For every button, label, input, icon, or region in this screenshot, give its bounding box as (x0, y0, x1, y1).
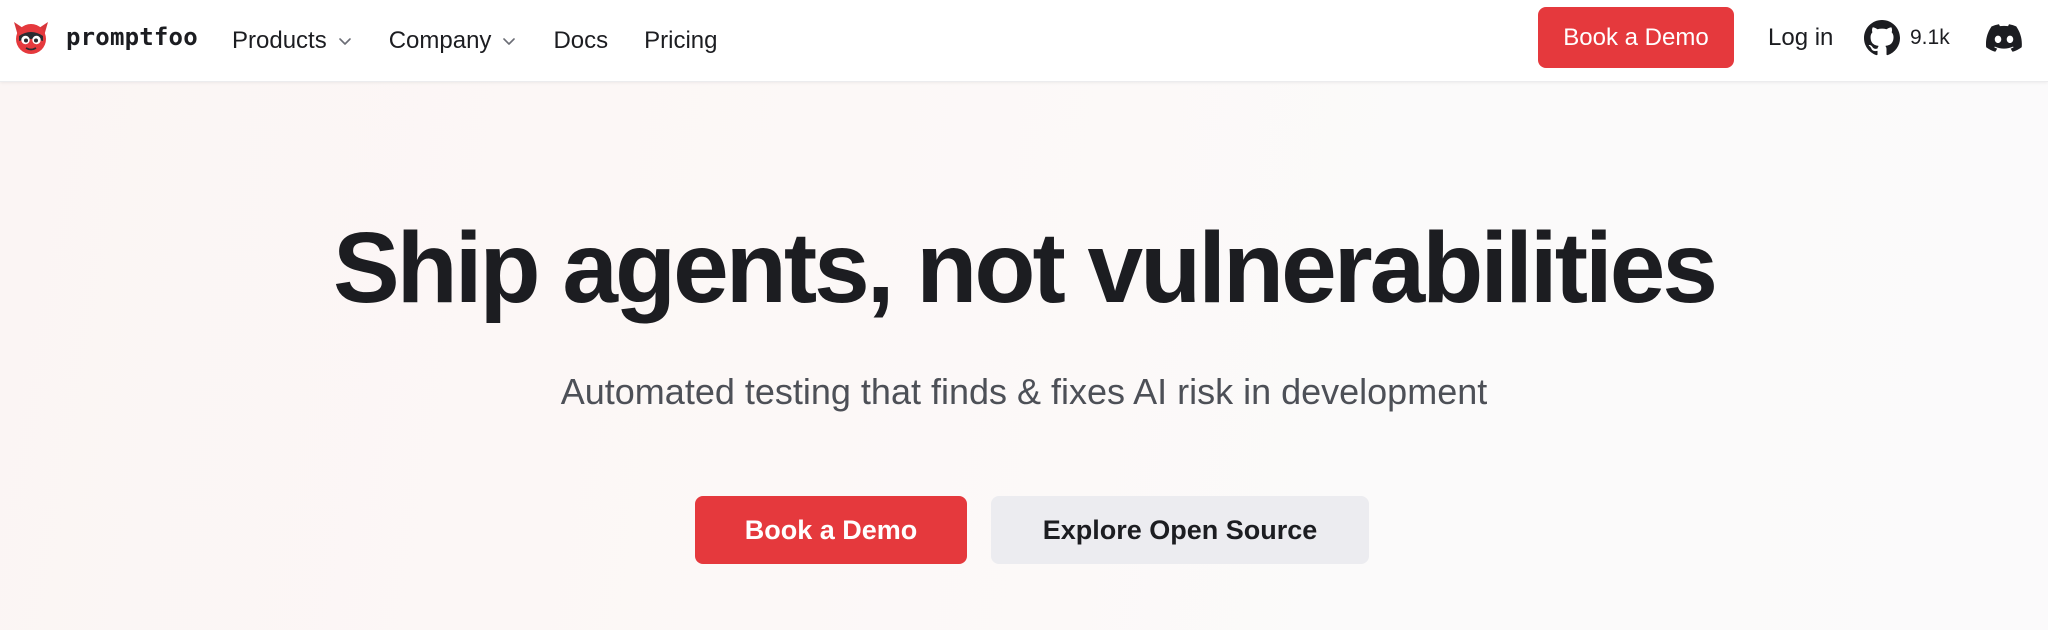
brand-name: promptfoo (66, 23, 198, 51)
hero-book-demo-button[interactable]: Book a Demo (695, 496, 967, 564)
discord-icon (1986, 23, 2022, 52)
hero-title: Ship agents, not vulnerabilities (332, 212, 1718, 324)
nav-products-label: Products (232, 27, 327, 54)
brand-link[interactable]: promptfoo (10, 16, 198, 58)
hero-subtitle: Automated testing that finds & fixes AI … (560, 371, 1488, 412)
nav-pricing-label: Pricing (644, 27, 718, 54)
nav-book-demo-button[interactable]: Book a Demo (1538, 7, 1734, 68)
github-link[interactable]: 9.1k (1864, 0, 1950, 75)
hero-section: Ship agents, not vulnerabilities Automat… (0, 82, 2048, 630)
main-nav: Products Company Docs Pricing (232, 0, 717, 82)
explore-open-source-button[interactable]: Explore Open Source (991, 496, 1369, 564)
github-icon (1864, 19, 1900, 55)
chevron-down-icon (338, 38, 351, 45)
top-navbar: promptfoo Products Company Docs Pricing … (0, 0, 2048, 82)
promptfoo-logo-icon (14, 22, 48, 54)
nav-docs-label: Docs (553, 27, 609, 54)
login-link[interactable]: Log in (1768, 0, 1833, 75)
discord-link[interactable] (1986, 0, 2022, 75)
nav-pricing[interactable]: Pricing (644, 0, 717, 82)
nav-products[interactable]: Products (232, 0, 353, 82)
github-star-count: 9.1k (1910, 25, 1950, 49)
nav-company-label: Company (388, 27, 492, 54)
nav-docs[interactable]: Docs (553, 0, 608, 82)
nav-company[interactable]: Company (389, 0, 518, 82)
chevron-down-icon (503, 38, 516, 45)
